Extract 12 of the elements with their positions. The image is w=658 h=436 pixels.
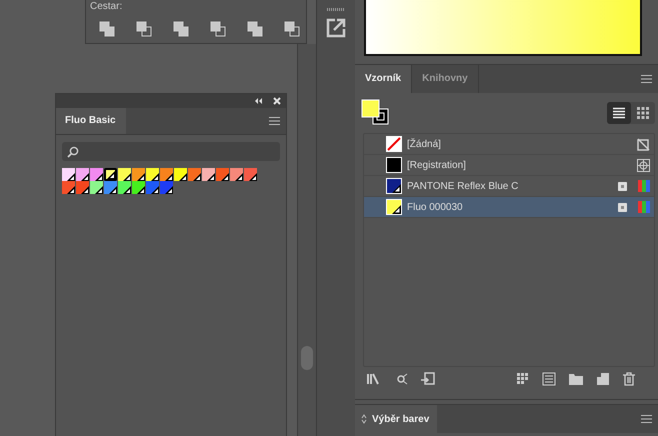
swatch-row[interactable]: [Žádná] xyxy=(364,134,654,155)
panel-tab[interactable]: Fluo Basic xyxy=(56,108,126,134)
panel-tab[interactable]: Výběr barev xyxy=(355,405,438,433)
swatch-name: Fluo 000030 xyxy=(407,202,463,212)
swatch-row[interactable]: Fluo 000030 xyxy=(364,197,654,218)
swatch-name: [Žádná] xyxy=(407,138,441,150)
swatch-name: PANTONE Reflex Blue C xyxy=(407,180,518,192)
swatch-row[interactable]: [Registration] xyxy=(364,155,654,176)
panel-label: Cestar: xyxy=(90,1,122,12)
panel-tab[interactable]: Vzorník xyxy=(355,65,412,93)
swatch-name: [Registration] xyxy=(407,160,466,170)
panel-tab[interactable]: Knihovny xyxy=(412,65,479,93)
